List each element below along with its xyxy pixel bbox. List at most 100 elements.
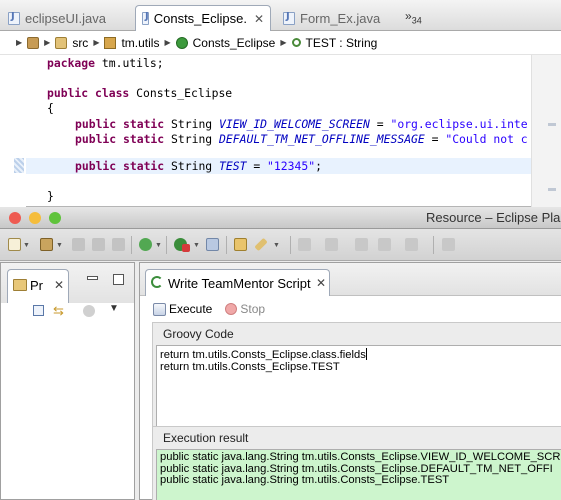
text-caret — [365, 348, 367, 360]
minimize-window-button[interactable] — [29, 212, 41, 224]
breadcrumb-package[interactable]: tm.utils — [121, 36, 159, 50]
tab-label: Write TeamMentor Script — [168, 276, 311, 291]
package-icon — [104, 36, 117, 49]
open-folder-icon[interactable] — [234, 238, 247, 251]
toolbar-separator — [290, 236, 291, 254]
tab-eclipseui-java[interactable]: eclipseUI.java — [2, 5, 112, 31]
breadcrumb-class[interactable]: Consts_Eclipse — [193, 36, 276, 50]
execution-result-output[interactable]: public static java.lang.String tm.utils.… — [156, 449, 561, 500]
class-icon — [175, 36, 188, 49]
view-toolbar: ⇆ ▼ — [1, 303, 134, 331]
line-gutter — [0, 55, 26, 207]
code-area[interactable]: package tm.utils; public class Consts_Ec… — [0, 55, 561, 207]
collapse-all-icon[interactable] — [33, 305, 44, 316]
back-icon — [378, 238, 391, 251]
source-folder-icon — [55, 36, 68, 49]
window-titlebar: Resource – Eclipse Pla — [0, 207, 561, 229]
save-icon — [72, 238, 85, 251]
more-tabs-button[interactable]: »34 — [405, 9, 422, 25]
toolbar-separator — [131, 236, 132, 254]
chevron-right-icon: ▶ — [93, 38, 100, 47]
groovy-code-title: Groovy Code — [163, 327, 234, 341]
view-tab-bar: Pr ✕ — [1, 263, 134, 305]
java-editor: eclipseUI.java Consts_Eclipse. ✕ Form_Ex… — [0, 0, 561, 207]
dropdown-arrow-icon[interactable]: ▼ — [155, 242, 162, 249]
code-line: public static String DEFAULT_TM_NET_OFFL… — [75, 132, 528, 146]
code-line: public static String TEST = "12345"; — [75, 159, 322, 173]
close-tab-icon[interactable]: ✕ — [316, 276, 326, 290]
focus-icon — [83, 305, 95, 317]
maximize-view-icon[interactable] — [113, 274, 124, 285]
zoom-window-button[interactable] — [49, 212, 61, 224]
overview-marker[interactable] — [548, 188, 556, 191]
pencil-icon[interactable] — [254, 237, 268, 252]
code-line: public class Consts_Eclipse — [47, 86, 233, 100]
editor-tab-bar: eclipseUI.java Consts_Eclipse. ✕ Form_Ex… — [0, 0, 561, 31]
chevrons-icon: » — [405, 9, 412, 23]
teammentor-script-view: Write TeamMentor Script ✕ Execute Stop G… — [139, 262, 561, 500]
stop-badge-icon — [182, 244, 190, 252]
vertical-scrollbar[interactable] — [531, 55, 561, 207]
run-icon[interactable] — [139, 238, 152, 251]
open-type-icon[interactable] — [206, 238, 219, 251]
close-window-button[interactable] — [9, 212, 21, 224]
groovy-code-editor[interactable]: return tm.utils.Consts_Eclipse.class.fie… — [156, 345, 561, 433]
code-line: } — [47, 189, 54, 203]
result-line: public static java.lang.String tm.utils.… — [160, 474, 450, 486]
breadcrumb: ▶ ▶ src ▶ tm.utils ▶ Consts_Eclipse ▶ TE… — [0, 31, 561, 55]
code-line: package tm.utils; — [47, 56, 164, 70]
toolbar-separator — [166, 236, 167, 254]
dropdown-arrow-icon[interactable]: ▼ — [273, 242, 280, 249]
execution-result-group: Execution result public static java.lang… — [152, 426, 561, 500]
code-line: { — [47, 101, 54, 115]
chevron-right-icon: ▶ — [16, 38, 23, 47]
view-tab-bar: Write TeamMentor Script ✕ — [140, 263, 561, 296]
chevron-right-icon: ▶ — [44, 38, 51, 47]
script-toolbar: Execute Stop — [140, 296, 561, 322]
breadcrumb-src[interactable]: src — [72, 36, 88, 50]
toolbar-separator — [226, 236, 227, 254]
groovy-code-group: Groovy Code return tm.utils.Consts_Eclip… — [152, 322, 561, 434]
minimize-view-icon[interactable] — [87, 276, 98, 280]
stop-icon — [225, 303, 238, 315]
tab-consts-eclipse[interactable]: Consts_Eclipse. ✕ — [135, 5, 271, 31]
tab-label: Consts_Eclipse. — [153, 11, 247, 26]
dropdown-arrow-icon[interactable]: ▼ — [193, 242, 200, 249]
execute-icon[interactable] — [153, 302, 166, 316]
folder-icon — [13, 279, 27, 291]
tab-project-explorer[interactable]: Pr ✕ — [7, 269, 69, 305]
project-explorer-view: Pr ✕ ⇆ ▼ — [0, 262, 135, 500]
project-icon[interactable] — [27, 36, 40, 49]
chevron-right-icon: ▶ — [164, 38, 171, 47]
dropdown-arrow-icon[interactable]: ▼ — [56, 242, 63, 249]
previous-annotation-icon — [325, 238, 338, 251]
tab-write-teammentor-script[interactable]: Write TeamMentor Script ✕ — [145, 269, 330, 296]
tab-form-ex-java[interactable]: Form_Ex.java — [277, 5, 386, 31]
stop-button: Stop — [240, 302, 266, 316]
java-file-icon — [283, 11, 295, 25]
close-tab-icon[interactable]: ✕ — [54, 278, 64, 292]
static-field-icon — [291, 38, 301, 47]
teammentor-icon — [151, 276, 163, 288]
breadcrumb-field[interactable]: TEST : String — [306, 36, 378, 50]
java-file-icon — [142, 11, 149, 25]
execute-button[interactable]: Execute — [169, 302, 212, 316]
new-project-icon[interactable] — [40, 238, 53, 251]
close-tab-icon[interactable]: ✕ — [254, 12, 264, 26]
view-menu-icon[interactable]: ▼ — [109, 303, 119, 314]
pin-editor-icon — [442, 238, 455, 251]
chevron-right-icon: ▶ — [280, 38, 287, 47]
toolbar-separator — [433, 236, 434, 254]
tab-label: Pr — [30, 278, 43, 293]
forward-icon — [405, 238, 418, 251]
overview-marker[interactable] — [548, 123, 556, 126]
link-with-editor-icon[interactable]: ⇆ — [53, 303, 64, 319]
dropdown-arrow-icon[interactable]: ▼ — [23, 242, 30, 249]
new-icon[interactable] — [8, 238, 21, 251]
print-icon — [112, 238, 125, 251]
code-line: return tm.utils.Consts_Eclipse.TEST — [160, 360, 340, 373]
tab-label: Form_Ex.java — [300, 10, 381, 26]
hidden-tab-count: 34 — [411, 15, 422, 26]
result-line: public static java.lang.String tm.utils.… — [160, 451, 561, 463]
save-all-icon — [92, 238, 105, 251]
